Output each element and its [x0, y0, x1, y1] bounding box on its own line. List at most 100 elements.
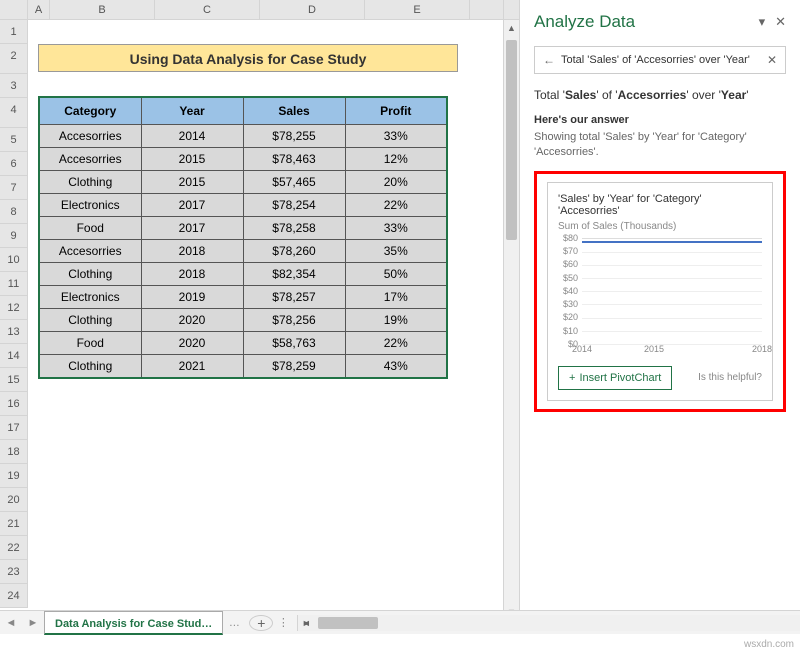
table-cell[interactable]: $78,463	[243, 148, 345, 171]
panel-close-icon[interactable]: ✕	[775, 14, 786, 30]
back-arrow-icon[interactable]: ←	[543, 53, 555, 67]
table-cell[interactable]: 50%	[345, 263, 447, 286]
table-cell[interactable]: Food	[39, 332, 141, 355]
table-row[interactable]: Food2017$78,25833%	[39, 217, 447, 240]
row-header-12[interactable]: 12	[0, 296, 28, 320]
active-sheet-tab[interactable]: Data Analysis for Case Stud…	[44, 611, 223, 635]
table-cell[interactable]: 12%	[345, 148, 447, 171]
tab-nav-prev[interactable]: ◄	[0, 617, 22, 629]
table-cell[interactable]: 20%	[345, 171, 447, 194]
row-header-3[interactable]: 3	[0, 74, 28, 98]
table-cell[interactable]: Accesorries	[39, 240, 141, 263]
row-header-20[interactable]: 20	[0, 488, 28, 512]
table-cell[interactable]: 35%	[345, 240, 447, 263]
table-row[interactable]: Clothing2021$78,25943%	[39, 355, 447, 379]
row-header-21[interactable]: 21	[0, 512, 28, 536]
table-cell[interactable]: 2014	[141, 125, 243, 148]
table-cell[interactable]: Food	[39, 217, 141, 240]
row-header-6[interactable]: 6	[0, 152, 28, 176]
table-cell[interactable]: $78,254	[243, 194, 345, 217]
table-row[interactable]: Accesorries2018$78,26035%	[39, 240, 447, 263]
table-cell[interactable]: $78,257	[243, 286, 345, 309]
table-cell[interactable]: 43%	[345, 355, 447, 379]
table-header[interactable]: Category	[39, 97, 141, 125]
table-cell[interactable]: $78,259	[243, 355, 345, 379]
table-cell[interactable]: 2019	[141, 286, 243, 309]
col-header-c[interactable]: C	[155, 0, 260, 19]
table-cell[interactable]: Electronics	[39, 286, 141, 309]
table-header[interactable]: Sales	[243, 97, 345, 125]
table-cell[interactable]: 22%	[345, 194, 447, 217]
table-cell[interactable]: Clothing	[39, 171, 141, 194]
table-header[interactable]: Year	[141, 97, 243, 125]
row-header-9[interactable]: 9	[0, 224, 28, 248]
select-all-corner[interactable]	[0, 0, 28, 19]
table-row[interactable]: Clothing2020$78,25619%	[39, 309, 447, 332]
table-cell[interactable]: 17%	[345, 286, 447, 309]
tab-nav-next[interactable]: ►	[22, 617, 44, 629]
row-header-10[interactable]: 10	[0, 248, 28, 272]
col-header-b[interactable]: B	[50, 0, 155, 19]
table-row[interactable]: Food2020$58,76322%	[39, 332, 447, 355]
table-cell[interactable]: 2021	[141, 355, 243, 379]
col-header-blank[interactable]	[470, 0, 504, 19]
data-table[interactable]: CategoryYearSalesProfit Accesorries2014$…	[38, 96, 448, 379]
table-cell[interactable]: 22%	[345, 332, 447, 355]
table-cell[interactable]: $57,465	[243, 171, 345, 194]
table-row[interactable]: Accesorries2015$78,46312%	[39, 148, 447, 171]
row-header-23[interactable]: 23	[0, 560, 28, 584]
table-cell[interactable]: 33%	[345, 125, 447, 148]
scroll-up-arrow[interactable]: ▲	[504, 20, 519, 36]
col-header-d[interactable]: D	[260, 0, 365, 19]
table-cell[interactable]: 2017	[141, 217, 243, 240]
table-cell[interactable]: Electronics	[39, 194, 141, 217]
row-header-17[interactable]: 17	[0, 416, 28, 440]
table-cell[interactable]: Accesorries	[39, 125, 141, 148]
row-header-1[interactable]: 1	[0, 20, 28, 44]
cell-grid[interactable]: Using Data Analysis for Case Study Categ…	[28, 20, 519, 608]
sheet-title-cell[interactable]: Using Data Analysis for Case Study	[38, 44, 458, 72]
table-row[interactable]: Clothing2015$57,46520%	[39, 171, 447, 194]
row-header-14[interactable]: 14	[0, 344, 28, 368]
horizontal-scroll-thumb[interactable]	[318, 617, 378, 629]
row-header-15[interactable]: 15	[0, 368, 28, 392]
row-header-7[interactable]: 7	[0, 176, 28, 200]
table-cell[interactable]: $78,260	[243, 240, 345, 263]
table-cell[interactable]: 2015	[141, 171, 243, 194]
table-cell[interactable]: 2020	[141, 309, 243, 332]
vertical-scroll-thumb[interactable]	[506, 40, 517, 240]
row-header-4[interactable]: 4	[0, 98, 28, 128]
table-cell[interactable]: 19%	[345, 309, 447, 332]
table-row[interactable]: Accesorries2014$78,25533%	[39, 125, 447, 148]
table-cell[interactable]: 33%	[345, 217, 447, 240]
row-header-5[interactable]: 5	[0, 128, 28, 152]
table-cell[interactable]: $58,763	[243, 332, 345, 355]
tab-more[interactable]: …	[223, 617, 245, 629]
row-header-24[interactable]: 24	[0, 584, 28, 608]
table-cell[interactable]: $78,255	[243, 125, 345, 148]
helpful-link[interactable]: Is this helpful?	[698, 372, 762, 383]
table-cell[interactable]: 2017	[141, 194, 243, 217]
table-cell[interactable]: Clothing	[39, 309, 141, 332]
row-header-2[interactable]: 2	[0, 44, 28, 74]
table-cell[interactable]: 2015	[141, 148, 243, 171]
row-header-8[interactable]: 8	[0, 200, 28, 224]
add-sheet-button[interactable]: +	[249, 615, 273, 631]
horizontal-scrollbar[interactable]: ◄ ►	[297, 615, 800, 631]
row-header-11[interactable]: 11	[0, 272, 28, 296]
table-row[interactable]: Electronics2017$78,25422%	[39, 194, 447, 217]
table-cell[interactable]: Clothing	[39, 263, 141, 286]
table-cell[interactable]: 2020	[141, 332, 243, 355]
table-cell[interactable]: $82,354	[243, 263, 345, 286]
row-header-19[interactable]: 19	[0, 464, 28, 488]
table-row[interactable]: Clothing2018$82,35450%	[39, 263, 447, 286]
query-box[interactable]: ← Total 'Sales' of 'Accesorries' over 'Y…	[534, 46, 786, 74]
table-cell[interactable]: $78,258	[243, 217, 345, 240]
row-header-13[interactable]: 13	[0, 320, 28, 344]
table-row[interactable]: Electronics2019$78,25717%	[39, 286, 447, 309]
table-cell[interactable]: 2018	[141, 240, 243, 263]
panel-menu-icon[interactable]: ▾	[759, 14, 766, 30]
row-header-22[interactable]: 22	[0, 536, 28, 560]
table-header[interactable]: Profit	[345, 97, 447, 125]
col-header-e[interactable]: E	[365, 0, 470, 19]
